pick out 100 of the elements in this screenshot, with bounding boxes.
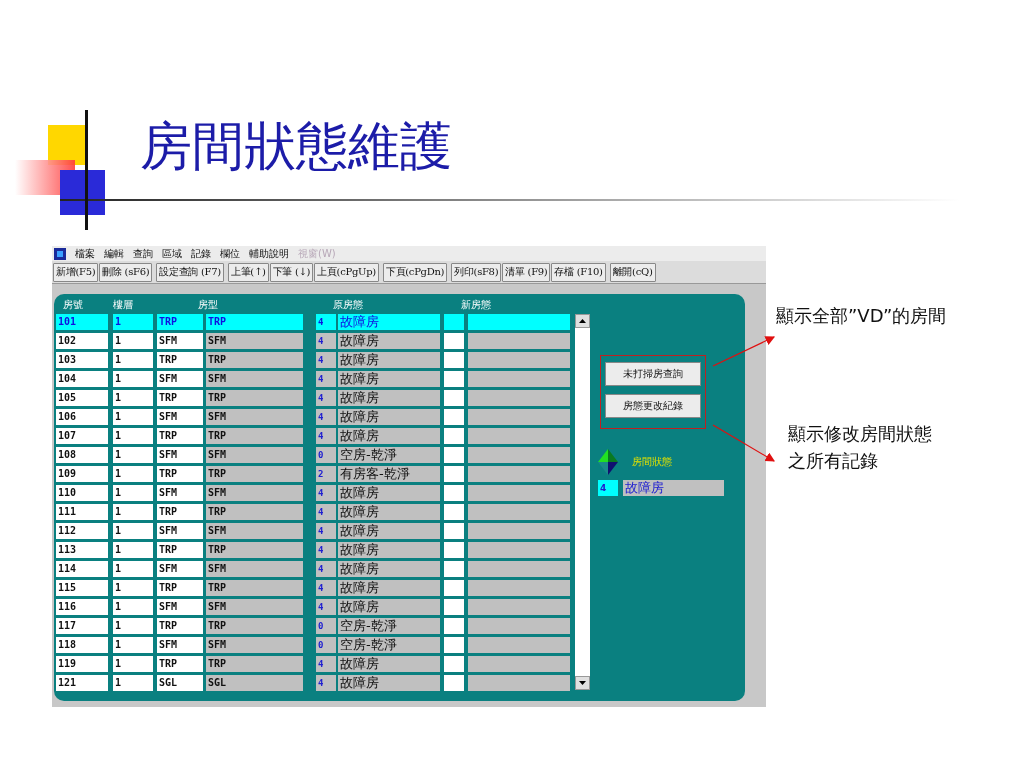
new-status-name-cell[interactable]: [468, 351, 570, 368]
new-status-code-cell[interactable]: [444, 465, 464, 482]
toolbar-button[interactable]: 上頁(cPgUp): [314, 262, 379, 282]
toolbar-button[interactable]: 清單 (F9): [502, 262, 551, 282]
toolbar-button[interactable]: 刪除 (sF6): [99, 262, 153, 282]
menu-item[interactable]: 記錄: [191, 246, 211, 261]
status-name-field[interactable]: 故障房: [623, 480, 724, 496]
new-status-name-cell[interactable]: [468, 655, 570, 672]
new-status-name-cell[interactable]: [468, 370, 570, 387]
status-code-cell: 4: [316, 370, 336, 387]
new-status-code-cell[interactable]: [444, 674, 464, 691]
status-name-cell: 故障房: [338, 408, 440, 425]
new-status-name-cell[interactable]: [468, 617, 570, 634]
new-status-code-cell[interactable]: [444, 598, 464, 615]
column-header: 房號: [63, 297, 84, 312]
new-status-name-cell[interactable]: [468, 541, 570, 558]
status-code-field[interactable]: 4: [598, 480, 618, 496]
room-type-cell: SFM: [157, 636, 203, 653]
new-status-code-cell[interactable]: [444, 560, 464, 577]
new-status-name-cell[interactable]: [468, 465, 570, 482]
down-arrow-icon: [579, 681, 586, 685]
room-type-cell: SFM: [157, 408, 203, 425]
new-status-name-cell[interactable]: [468, 674, 570, 691]
status-name-cell: 故障房: [338, 389, 440, 406]
query-button[interactable]: 房態更改紀錄: [605, 394, 701, 418]
room-number-cell: 116: [56, 598, 108, 615]
toolbar-button[interactable]: 設定查詢 (F7): [156, 262, 224, 282]
floor-cell: 1: [113, 522, 153, 539]
new-status-code-cell[interactable]: [444, 332, 464, 349]
menu-item[interactable]: 編輯: [104, 246, 124, 261]
menu-item[interactable]: 區域: [162, 246, 182, 261]
status-name-cell: 空房-乾淨: [338, 636, 440, 653]
status-name-cell: 故障房: [338, 427, 440, 444]
toolbar-button[interactable]: 下筆 (↓): [269, 262, 314, 282]
status-code-cell: 4: [316, 522, 336, 539]
room-status-label: 房間狀態: [632, 455, 672, 469]
status-name-cell: 故障房: [338, 332, 440, 349]
new-status-name-cell[interactable]: [468, 389, 570, 406]
new-status-code-cell[interactable]: [444, 636, 464, 653]
status-code-cell: 4: [316, 332, 336, 349]
toolbar-button[interactable]: 上筆(↑): [227, 262, 269, 282]
toolbar-button[interactable]: 存檔 (F10): [551, 262, 606, 282]
new-status-code-cell[interactable]: [444, 351, 464, 368]
new-status-name-cell[interactable]: [468, 332, 570, 349]
column-header: 房型: [198, 297, 219, 312]
menu-item[interactable]: 查詢: [133, 246, 153, 261]
new-status-name-cell[interactable]: [468, 598, 570, 615]
new-status-name-cell[interactable]: [468, 313, 570, 330]
toolbar-button[interactable]: 新增(F5): [53, 262, 99, 282]
room-type-cell: TRP: [157, 351, 203, 368]
menu-item[interactable]: 欄位: [220, 246, 240, 261]
room-number-cell: 101: [56, 313, 108, 330]
new-status-name-cell[interactable]: [468, 408, 570, 425]
room-type-cell: SFM: [157, 446, 203, 463]
status-name-cell: 故障房: [338, 351, 440, 368]
new-status-code-cell[interactable]: [444, 446, 464, 463]
new-status-code-cell[interactable]: [444, 484, 464, 501]
new-status-name-cell[interactable]: [468, 522, 570, 539]
new-status-code-cell[interactable]: [444, 541, 464, 558]
new-status-name-cell[interactable]: [468, 503, 570, 520]
new-status-name-cell[interactable]: [468, 484, 570, 501]
status-name-cell: 故障房: [338, 484, 440, 501]
column-header: 新房態: [461, 297, 491, 312]
new-status-code-cell[interactable]: [444, 655, 464, 672]
floor-cell: 1: [113, 674, 153, 691]
new-status-code-cell[interactable]: [444, 522, 464, 539]
new-status-code-cell[interactable]: [444, 389, 464, 406]
new-status-code-cell[interactable]: [444, 370, 464, 387]
room-number-cell: 112: [56, 522, 108, 539]
menu-item[interactable]: 輔助說明: [249, 246, 289, 261]
new-status-name-cell[interactable]: [468, 427, 570, 444]
scrollbar[interactable]: [575, 314, 590, 690]
toolbar-button[interactable]: 離開(cQ): [609, 262, 656, 282]
new-status-name-cell[interactable]: [468, 446, 570, 463]
toolbar-button[interactable]: 下頁(cPgDn): [382, 262, 448, 282]
new-status-name-cell[interactable]: [468, 636, 570, 653]
new-status-code-cell[interactable]: [444, 503, 464, 520]
new-status-name-cell[interactable]: [468, 579, 570, 596]
new-status-code-cell[interactable]: [444, 408, 464, 425]
status-name-cell: 空房-乾淨: [338, 617, 440, 634]
room-type-name-cell: TRP: [206, 351, 303, 368]
diamond-icon: [598, 449, 618, 475]
query-button[interactable]: 未打掃房查詢: [605, 362, 701, 386]
room-type-cell: TRP: [157, 579, 203, 596]
room-number-cell: 107: [56, 427, 108, 444]
new-status-code-cell[interactable]: [444, 313, 464, 330]
scroll-up-button[interactable]: [575, 314, 590, 328]
status-code-cell: 4: [316, 560, 336, 577]
scroll-down-button[interactable]: [575, 676, 590, 690]
new-status-code-cell[interactable]: [444, 617, 464, 634]
room-type-name-cell: SGL: [206, 674, 303, 691]
new-status-code-cell[interactable]: [444, 427, 464, 444]
new-status-name-cell[interactable]: [468, 560, 570, 577]
menu-item[interactable]: 檔案: [75, 246, 95, 261]
status-name-cell: 故障房: [338, 522, 440, 539]
status-code-cell: 4: [316, 598, 336, 615]
status-code-cell: 4: [316, 541, 336, 558]
toolbar-button[interactable]: 列印(sF8): [451, 262, 502, 282]
new-status-code-cell[interactable]: [444, 579, 464, 596]
floor-cell: 1: [113, 484, 153, 501]
